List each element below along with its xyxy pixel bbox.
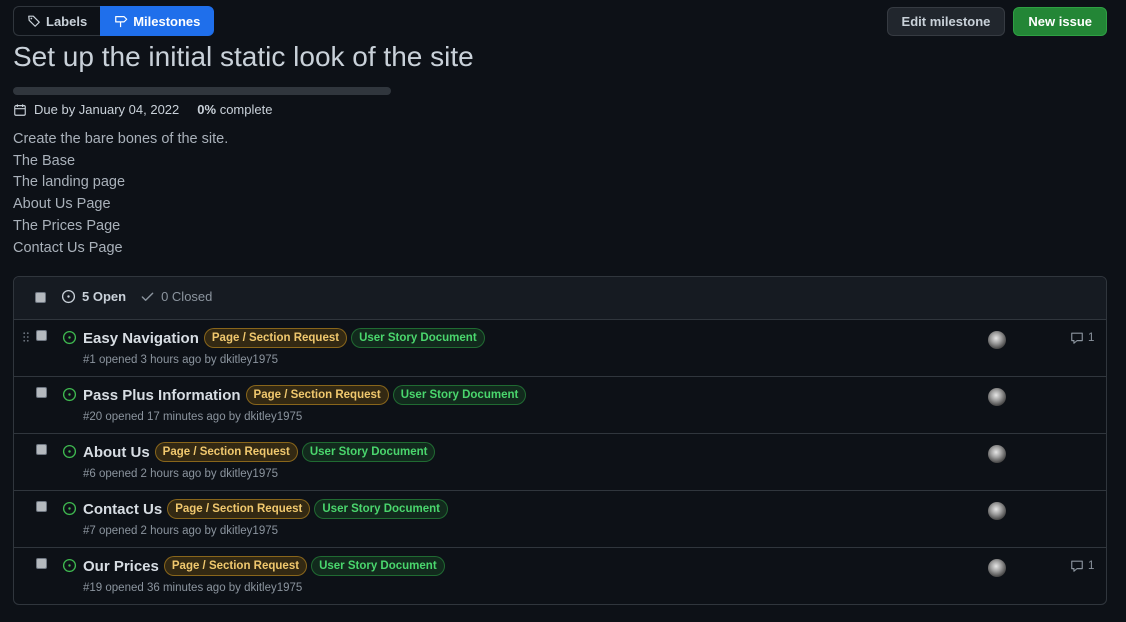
label-page-section-request[interactable]: Page / Section Request [245, 385, 389, 405]
label-page-section-request[interactable]: Page / Section Request [163, 556, 308, 576]
closed-issues-filter[interactable]: 0 Closed [140, 289, 212, 304]
issue-title-link[interactable]: Contact Us [83, 501, 162, 518]
milestone-title: Set up the initial static look of the si… [13, 41, 474, 72]
issue-title-link[interactable]: About Us [83, 444, 150, 461]
issue-title-line: About Us Page / Section Request User Sto… [83, 442, 436, 462]
assignee-avatar[interactable] [988, 331, 1006, 349]
comments-link[interactable]: 1 [1070, 331, 1094, 345]
issue-open-icon [61, 289, 76, 304]
description-line: The Base [13, 152, 76, 169]
issue-meta: #1 opened 3 hours ago by dkitley1975 [83, 354, 279, 366]
label-page-section-request[interactable]: Page / Section Request [154, 442, 298, 462]
issues-list-header: 5 Open 0 Closed [14, 277, 1106, 320]
comment-count: 1 [1088, 560, 1095, 572]
milestone-actions: Edit milestone New issue [886, 7, 1107, 36]
issue-row[interactable]: Pass Plus Information Page / Section Req… [14, 377, 1106, 434]
description-line: Create the bare bones of the site. [13, 131, 229, 147]
select-all-checkbox[interactable] [35, 292, 46, 303]
issue-checkbox[interactable] [36, 501, 47, 512]
comment-count: 1 [1088, 332, 1095, 344]
issue-title-line: Contact Us Page / Section Request User S… [83, 499, 448, 519]
milestone-icon [115, 16, 128, 28]
due-date: Due by January 04, 2022 [34, 102, 180, 117]
label-user-story-document[interactable]: User Story Document [301, 442, 436, 462]
new-issue-button[interactable]: New issue [1013, 7, 1107, 36]
comments-link[interactable]: 1 [1070, 559, 1094, 573]
closed-count: 0 Closed [161, 289, 213, 304]
assignee-avatar[interactable] [988, 445, 1006, 463]
issue-open-icon [62, 330, 77, 345]
assignee-avatar[interactable] [988, 388, 1006, 406]
issue-checkbox[interactable] [36, 558, 47, 569]
drag-handle-icon[interactable] [23, 332, 29, 342]
milestone-progress-bar [13, 87, 391, 95]
percent-complete: 0% complete [197, 102, 272, 117]
calendar-icon [14, 103, 26, 116]
issue-open-icon [62, 501, 77, 516]
label-page-section-request[interactable]: Page / Section Request [167, 499, 311, 519]
comment-icon [1071, 560, 1083, 572]
issue-checkbox[interactable] [36, 444, 47, 455]
milestone-description: Create the bare bones of the site. The B… [13, 129, 228, 259]
check-icon [141, 292, 154, 301]
label-user-story-document[interactable]: User Story Document [392, 385, 527, 405]
milestones-tab[interactable]: Milestones [100, 6, 215, 36]
issue-open-icon [62, 387, 77, 402]
issue-row[interactable]: Easy Navigation Page / Section Request U… [14, 320, 1106, 377]
open-count: 5 Open [82, 289, 127, 304]
labels-milestones-nav: Labels Milestones [13, 6, 215, 36]
label-user-story-document[interactable]: User Story Document [311, 556, 445, 576]
issue-row[interactable]: Contact Us Page / Section Request User S… [14, 491, 1106, 548]
issues-list: 5 Open 0 Closed Easy Navigation Page / S… [13, 276, 1107, 605]
issue-open-icon [62, 558, 77, 573]
labels-tab-label: Labels [46, 13, 88, 29]
issue-open-icon [62, 444, 77, 459]
issue-checkbox[interactable] [36, 330, 47, 341]
assignee-avatar[interactable] [988, 502, 1006, 520]
open-issues-filter[interactable]: 5 Open [61, 289, 126, 304]
issue-title-line: Our Prices Page / Section Request User S… [83, 556, 445, 576]
labels-tab[interactable]: Labels [13, 6, 101, 36]
edit-milestone-button[interactable]: Edit milestone [886, 7, 1006, 36]
issue-title-link[interactable]: Easy Navigation [83, 330, 199, 347]
assignee-avatar[interactable] [988, 559, 1006, 577]
issue-title-link[interactable]: Pass Plus Information [83, 387, 241, 404]
milestone-meta: Due by January 04, 2022 0% complete [13, 102, 272, 117]
percent-value: 0% [197, 102, 217, 117]
tag-icon [28, 15, 40, 27]
milestones-tab-label: Milestones [133, 13, 201, 29]
issue-row[interactable]: Our Prices Page / Section Request User S… [14, 548, 1106, 604]
issue-meta: #7 opened 2 hours ago by dkitley1975 [83, 525, 279, 537]
issue-row[interactable]: About Us Page / Section Request User Sto… [14, 434, 1106, 491]
issue-title-line: Easy Navigation Page / Section Request U… [83, 328, 485, 348]
label-page-section-request[interactable]: Page / Section Request [203, 328, 348, 348]
issue-title-link[interactable]: Our Prices [83, 558, 159, 575]
description-line: The landing page [13, 174, 126, 191]
percent-suffix: complete [216, 102, 273, 117]
issue-meta: #6 opened 2 hours ago by dkitley1975 [83, 468, 279, 480]
comment-icon [1071, 332, 1083, 344]
issue-meta: #19 opened 36 minutes ago by dkitley1975 [83, 582, 303, 594]
label-user-story-document[interactable]: User Story Document [351, 328, 485, 348]
issue-state-filters: 5 Open 0 Closed [61, 289, 212, 304]
issue-meta: #20 opened 17 minutes ago by dkitley1975 [83, 411, 303, 423]
issue-checkbox[interactable] [36, 387, 47, 398]
label-user-story-document[interactable]: User Story Document [314, 499, 448, 519]
description-line: The Prices Page [13, 217, 121, 234]
description-line: About Us Page [13, 196, 111, 213]
issue-title-line: Pass Plus Information Page / Section Req… [83, 385, 527, 405]
description-line: Contact Us Page [13, 239, 123, 256]
